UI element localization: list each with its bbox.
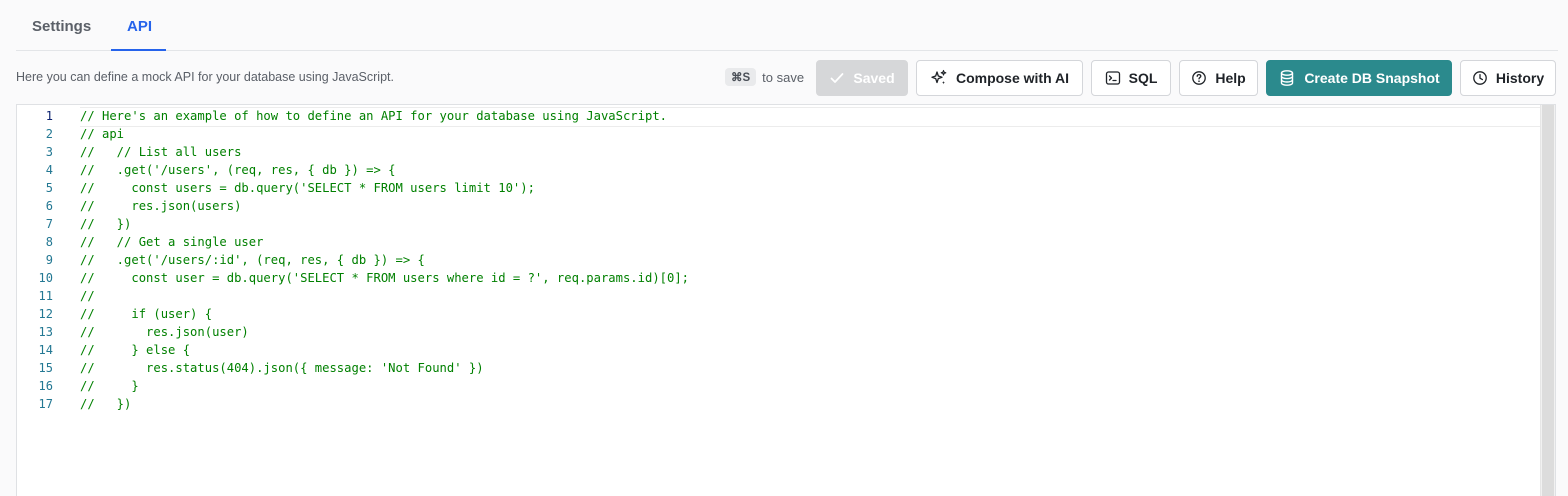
snapshot-label: Create DB Snapshot (1304, 70, 1440, 86)
line-number: 12 (38, 307, 53, 321)
line-number: 5 (45, 181, 53, 195)
tab-bar: Settings API (16, 0, 1558, 51)
database-icon (1281, 70, 1294, 86)
line-number: 4 (45, 163, 53, 177)
saved-button[interactable]: Saved (816, 60, 908, 96)
line-number: 10 (38, 271, 53, 285)
code-editor[interactable]: 1 2 3 4 5 6 7 8 9 10 11 12 13 14 15 16 17 // Here's an e… (16, 104, 1556, 496)
sql-button[interactable]: SQL (1091, 60, 1171, 96)
line-number: 9 (45, 253, 53, 267)
sparkles-icon (931, 69, 947, 85)
code-line[interactable]: // const user = db.query('SELECT * FROM … (80, 269, 689, 287)
line-number: 16 (38, 379, 53, 393)
api-description: Here you can define a mock API for your … (16, 70, 394, 84)
compose-label: Compose with AI (955, 70, 1070, 86)
code-line[interactable]: // }) (80, 395, 689, 413)
sql-label: SQL (1128, 70, 1158, 86)
line-number: 6 (45, 199, 53, 213)
code-line[interactable]: // res.status(404).json({ message: 'Not … (80, 359, 689, 377)
code-line[interactable]: // Here's an example of how to define an… (80, 107, 689, 125)
code-line[interactable]: // // List all users (80, 143, 689, 161)
question-circle-icon (1192, 71, 1207, 85)
code-line[interactable]: // .get('/users/:id', (req, res, { db })… (80, 251, 689, 269)
code-line[interactable]: // } else { (80, 341, 689, 359)
scrollbar-thumb[interactable] (1542, 105, 1554, 496)
line-number: 11 (38, 289, 53, 303)
code-line[interactable]: // api (80, 125, 689, 143)
history-label: History (1495, 70, 1545, 86)
terminal-icon (1105, 71, 1120, 85)
line-number: 8 (45, 235, 53, 249)
clock-icon (1473, 71, 1487, 85)
code-line[interactable]: // const users = db.query('SELECT * FROM… (80, 179, 689, 197)
tab-settings[interactable]: Settings (32, 0, 91, 50)
line-number: 7 (45, 217, 53, 231)
help-label: Help (1215, 70, 1246, 86)
history-button[interactable]: History (1460, 60, 1556, 96)
code-line[interactable]: // res.json(users) (80, 197, 689, 215)
line-number: 1 (45, 109, 53, 123)
tab-api[interactable]: API (110, 0, 167, 51)
line-number: 13 (38, 325, 53, 339)
help-button[interactable]: Help (1179, 60, 1258, 96)
code-content[interactable]: // Here's an example of how to define an… (80, 107, 689, 413)
line-number: 3 (45, 145, 53, 159)
code-line[interactable]: // (80, 287, 689, 305)
line-number: 2 (45, 127, 53, 141)
line-number-gutter: 1 2 3 4 5 6 7 8 9 10 11 12 13 14 15 16 17 (17, 105, 69, 413)
save-hint: ⌘S to save (725, 68, 804, 86)
compose-with-ai-button[interactable]: Compose with AI (916, 60, 1083, 96)
save-hint-text: to save (762, 69, 805, 85)
code-line[interactable]: // } (80, 377, 689, 395)
check-icon (830, 73, 844, 83)
vertical-scrollbar[interactable] (1540, 105, 1555, 496)
code-line[interactable]: // res.json(user) (80, 323, 689, 341)
line-number: 14 (38, 343, 53, 357)
saved-label: Saved (853, 70, 895, 86)
code-line[interactable]: // if (user) { (80, 305, 689, 323)
create-db-snapshot-button[interactable]: Create DB Snapshot (1266, 60, 1452, 96)
code-line[interactable]: // }) (80, 215, 689, 233)
line-number: 15 (38, 361, 53, 375)
code-line[interactable]: // // Get a single user (80, 233, 689, 251)
save-shortcut-key: ⌘S (725, 68, 757, 86)
line-number: 17 (38, 397, 53, 411)
code-line[interactable]: // .get('/users', (req, res, { db }) => … (80, 161, 689, 179)
